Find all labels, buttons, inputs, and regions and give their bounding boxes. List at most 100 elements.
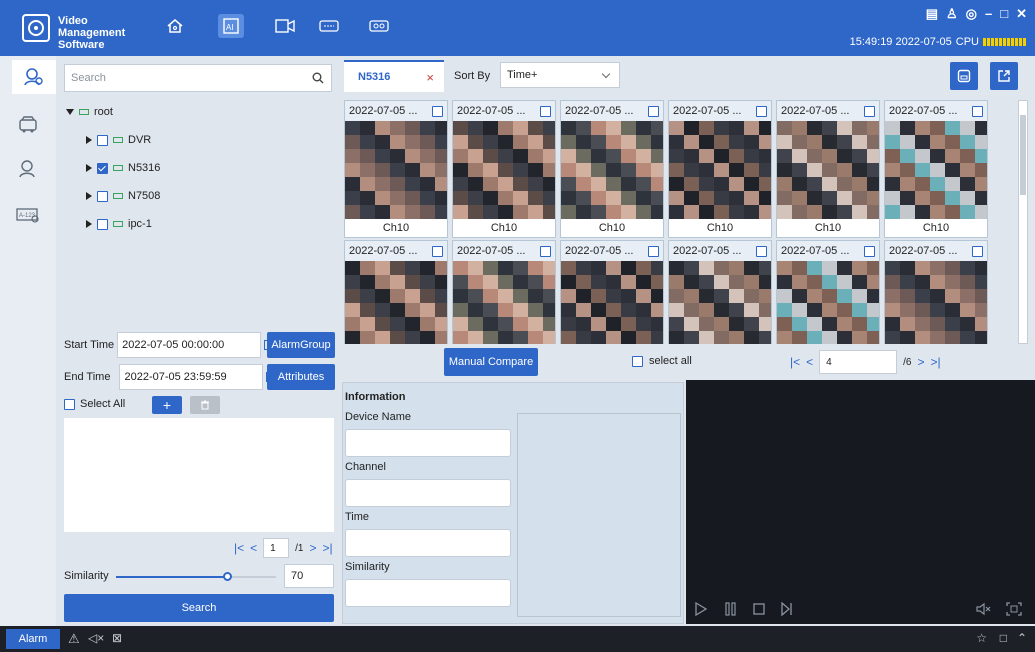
select-all-results-checkbox[interactable] <box>632 355 643 367</box>
snapshot-checkbox[interactable] <box>756 105 767 117</box>
expand-icon[interactable] <box>86 164 92 172</box>
results-page-input[interactable]: 4 <box>819 350 898 374</box>
layout-icon[interactable]: ▤ <box>926 6 938 22</box>
minimize-icon[interactable]: – <box>985 6 992 22</box>
snapshot-checkbox[interactable] <box>756 245 767 257</box>
snapshot-checkbox[interactable] <box>864 105 875 117</box>
first-page-icon[interactable]: |< <box>234 541 244 555</box>
face-snapshot-image[interactable] <box>669 121 771 219</box>
tree-root[interactable]: root <box>66 102 113 122</box>
alarm-group-button[interactable]: AlarmGroup <box>267 332 335 358</box>
snapshot-checkbox[interactable] <box>540 105 551 117</box>
snapshot-card[interactable]: 2022-07-05 ... Ch10 <box>776 100 880 238</box>
last-page-icon[interactable]: >| <box>931 355 941 369</box>
face-snapshot-image[interactable] <box>885 261 987 344</box>
face-snapshot-image[interactable] <box>777 261 879 344</box>
mute-icon[interactable] <box>976 602 992 616</box>
person-search-icon[interactable] <box>10 152 46 186</box>
snapshot-card[interactable]: 2022-07-05 ... <box>776 240 880 344</box>
select-all-row[interactable]: Select All <box>64 398 125 410</box>
alarm-bell-icon[interactable]: ⚠ <box>68 631 80 647</box>
save-button[interactable] <box>950 62 978 90</box>
group-list[interactable] <box>64 418 334 532</box>
search-icon[interactable] <box>312 72 324 84</box>
snapshot-card[interactable]: 2022-07-05 ... Ch10 <box>560 100 664 238</box>
grid-scrollbar[interactable] <box>1018 100 1028 344</box>
face-snapshot-image[interactable] <box>453 261 555 344</box>
delete-button[interactable] <box>190 396 220 414</box>
clear-alarm-icon[interactable]: ⊠ <box>112 631 122 645</box>
snapshot-card[interactable]: 2022-07-05 ... <box>344 240 448 344</box>
attributes-button[interactable]: Attributes <box>267 364 335 390</box>
similarity-slider[interactable] <box>116 572 276 581</box>
snapshot-card[interactable]: 2022-07-05 ... Ch10 <box>668 100 772 238</box>
face-snapshot-image[interactable] <box>885 121 987 219</box>
last-page-icon[interactable]: >| <box>323 541 333 555</box>
plate-search-icon[interactable]: A-123 <box>10 198 46 232</box>
video-player[interactable] <box>686 380 1035 624</box>
snapshot-checkbox[interactable] <box>432 105 443 117</box>
search-button[interactable]: Search <box>64 594 334 622</box>
first-page-icon[interactable]: |< <box>790 355 800 369</box>
alarm-button[interactable]: Alarm <box>6 629 60 649</box>
start-time-input[interactable]: 2022-07-05 00:00:00 <box>117 332 262 358</box>
playback-icon[interactable] <box>366 14 392 38</box>
stop-icon[interactable] <box>752 602 766 616</box>
maximize-icon[interactable]: □ <box>1000 6 1008 22</box>
face-snapshot-image[interactable] <box>561 121 663 219</box>
checkbox[interactable] <box>97 134 108 146</box>
select-all-results[interactable]: select all <box>632 355 692 367</box>
collapse-up-icon[interactable]: ⌃ <box>1017 631 1027 645</box>
face-search-icon[interactable] <box>12 60 56 94</box>
fullscreen-icon[interactable] <box>1006 602 1022 616</box>
sort-select[interactable]: Time+ <box>500 62 620 88</box>
vehicle-search-icon[interactable] <box>10 108 46 142</box>
snapshot-checkbox[interactable] <box>864 245 875 257</box>
checkbox[interactable] <box>97 162 108 174</box>
face-snapshot-image[interactable] <box>345 121 447 219</box>
checkbox[interactable] <box>97 218 108 230</box>
slider-handle[interactable] <box>223 572 232 581</box>
page-input[interactable]: 1 <box>263 538 290 558</box>
snapshot-card[interactable]: 2022-07-05 ... <box>884 240 988 344</box>
prev-page-icon[interactable]: < <box>806 355 813 369</box>
add-button[interactable]: + <box>152 396 182 414</box>
next-page-icon[interactable]: > <box>917 355 924 369</box>
face-snapshot-image[interactable] <box>777 121 879 219</box>
snapshot-checkbox[interactable] <box>540 245 551 257</box>
info-icon[interactable]: ◎ <box>966 6 977 22</box>
snapshot-checkbox[interactable] <box>648 245 659 257</box>
expand-icon[interactable] <box>86 192 92 200</box>
mute-alarm-icon[interactable]: ◁× <box>88 631 104 645</box>
snapshot-card[interactable]: 2022-07-05 ... Ch10 <box>344 100 448 238</box>
tab-n5316[interactable]: N5316 × <box>344 60 444 92</box>
search-input[interactable]: Search <box>64 64 332 92</box>
expand-icon[interactable] <box>86 220 92 228</box>
select-all-checkbox[interactable] <box>64 398 75 410</box>
tree-item-ipc-1[interactable]: ipc-1 <box>86 214 152 234</box>
end-time-input[interactable]: 2022-07-05 23:59:59 <box>119 364 264 390</box>
device-icon[interactable] <box>316 14 342 38</box>
pin-icon[interactable]: ☆ <box>976 631 987 645</box>
checkbox[interactable] <box>97 190 108 202</box>
user-icon[interactable]: ♙ <box>946 6 958 22</box>
expand-icon[interactable] <box>66 109 74 115</box>
tree-item-n7508[interactable]: N7508 <box>86 186 160 206</box>
snapshot-card[interactable]: 2022-07-05 ... <box>452 240 556 344</box>
snapshot-checkbox[interactable] <box>972 105 983 117</box>
manual-compare-button[interactable]: Manual Compare <box>444 348 538 376</box>
tree-item-dvr[interactable]: DVR <box>86 130 151 150</box>
snapshot-card[interactable]: 2022-07-05 ... Ch10 <box>884 100 988 238</box>
next-page-icon[interactable]: > <box>309 541 316 555</box>
snapshot-checkbox[interactable] <box>432 245 443 257</box>
next-frame-icon[interactable] <box>780 602 794 616</box>
similarity-input[interactable]: 70 <box>284 564 334 588</box>
ai-search-icon[interactable]: AI <box>218 14 244 38</box>
tab-close-icon[interactable]: × <box>426 70 434 85</box>
restore-icon[interactable]: □ <box>1000 631 1007 645</box>
snapshot-card[interactable]: 2022-07-05 ... <box>668 240 772 344</box>
snapshot-card[interactable]: 2022-07-05 ... Ch10 <box>452 100 556 238</box>
export-button[interactable] <box>990 62 1018 90</box>
face-snapshot-image[interactable] <box>345 261 447 344</box>
close-icon[interactable]: ✕ <box>1016 6 1027 22</box>
